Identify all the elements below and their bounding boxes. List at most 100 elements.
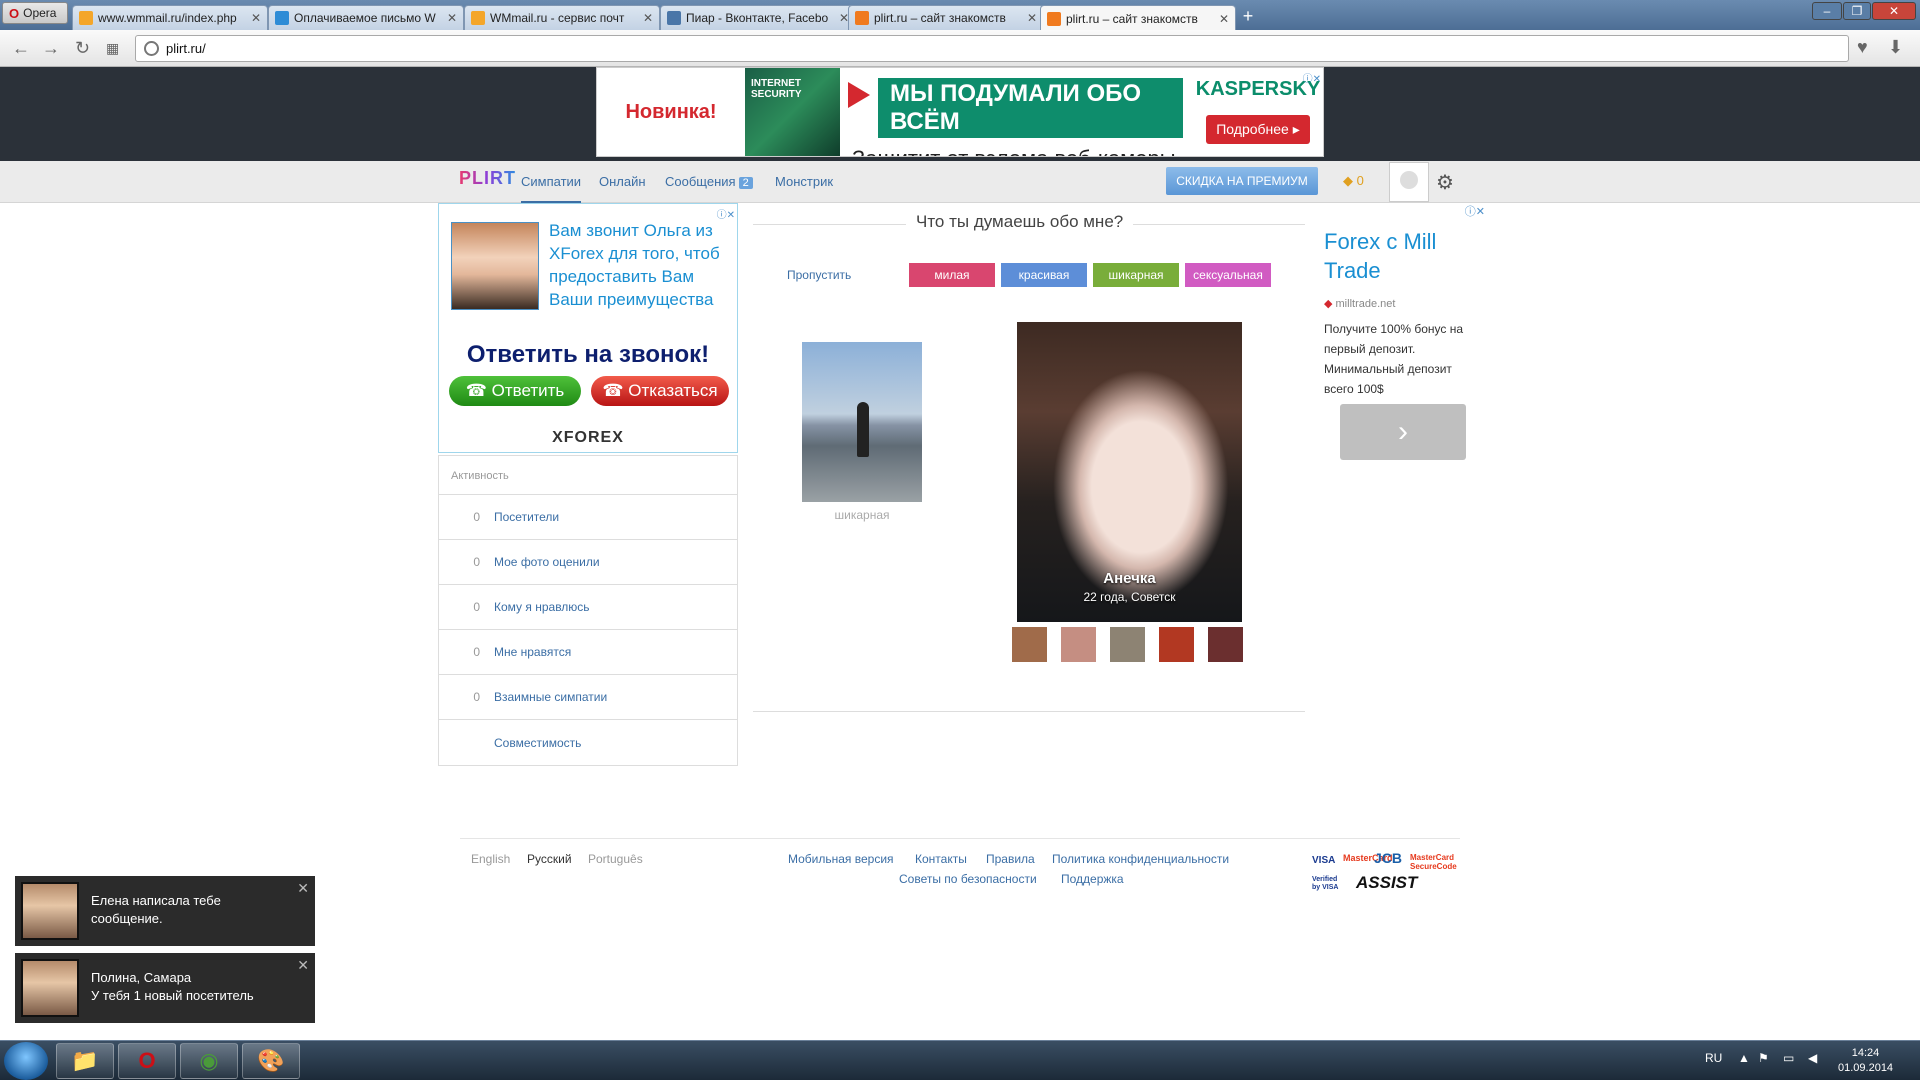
rate-sexy-button[interactable]: сексуальная — [1185, 263, 1271, 287]
profile-thumbnail[interactable] — [1012, 627, 1047, 662]
browser-tab[interactable]: WMmail.ru - сервис почт ✕ — [464, 5, 660, 30]
plirt-logo[interactable]: PLIRT — [459, 168, 516, 189]
activity-item-i-like[interactable]: 0 Мне нравятся — [439, 630, 737, 675]
tab-close-icon[interactable]: ✕ — [447, 11, 457, 25]
footer-link-safety[interactable]: Советы по безопасности — [899, 872, 1037, 886]
notification-text: Елена написала тебе сообщение. — [91, 893, 221, 926]
activity-count: 0 — [473, 645, 480, 659]
browser-tab[interactable]: www.wmmail.ru/index.php ✕ — [72, 5, 268, 30]
opera-taskbar-icon[interactable]: O — [118, 1043, 176, 1079]
profile-thumbnail[interactable] — [1061, 627, 1096, 662]
reload-icon[interactable]: ↻ — [75, 38, 90, 59]
nav-messages[interactable]: Сообщения 2 — [665, 174, 753, 189]
lang-russian: Русский — [527, 852, 572, 866]
top-ad-strip: Новинка! INTERNET SECURITY МЫ ПОДУМАЛИ О… — [0, 67, 1920, 161]
assist-logo: ASSIST — [1356, 873, 1418, 892]
ad-more-button[interactable]: Подробнее ▸ — [1206, 115, 1310, 144]
rate-cute-button[interactable]: милая — [909, 263, 995, 287]
footer-link-privacy[interactable]: Политика конфиденциальности — [1052, 852, 1229, 866]
heart-icon[interactable]: ♥ — [1857, 37, 1868, 58]
activity-item-compatibility[interactable]: Совместимость — [439, 720, 737, 765]
system-clock[interactable]: 14:24 01.09.2014 — [1838, 1046, 1893, 1076]
close-icon[interactable]: ✕ — [297, 957, 309, 974]
activity-item-who-likes-me[interactable]: 0 Кому я нравлюсь — [439, 585, 737, 630]
footer-link-rules[interactable]: Правила — [986, 852, 1035, 866]
ad-title[interactable]: Forex с Mill Trade — [1324, 227, 1484, 285]
profile-thumbnail[interactable] — [1110, 627, 1145, 662]
volume-icon[interactable]: ◀ — [1808, 1051, 1817, 1065]
premium-discount-button[interactable]: СКИДКА НА ПРЕМИУМ — [1166, 167, 1318, 195]
rating-question: Что ты думаешь обо мне? — [906, 212, 1134, 232]
lang-english[interactable]: English — [471, 852, 510, 866]
tab-close-icon[interactable]: ✕ — [643, 11, 653, 25]
browser-tab[interactable]: Оплачиваемое письмо W ✕ — [268, 5, 464, 30]
notification-message[interactable]: Елена написала тебе сообщение. ✕ — [15, 876, 315, 946]
minimize-icon[interactable]: – — [1812, 2, 1842, 20]
xforex-ad[interactable]: Вам звонит Ольга из XForex для того, что… — [438, 203, 738, 453]
lang-portuguese[interactable]: Português — [588, 852, 643, 866]
new-tab-icon[interactable]: + — [1237, 7, 1259, 27]
browser-tab-active[interactable]: plirt.ru – сайт знакомств ✕ — [1040, 5, 1236, 31]
gear-icon[interactable]: ⚙ — [1436, 170, 1454, 195]
tray-expand-icon[interactable]: ▲ — [1738, 1051, 1750, 1065]
tab-close-icon[interactable]: ✕ — [1219, 12, 1229, 26]
rate-gorgeous-button[interactable]: шикарная — [1093, 263, 1179, 287]
profile-thumbnail[interactable] — [1208, 627, 1243, 662]
jcb-logo: JCB — [1374, 850, 1403, 866]
forward-icon[interactable]: → — [42, 38, 60, 59]
close-icon[interactable]: ✕ — [297, 880, 309, 897]
opera-menu-button[interactable]: O Opera — [2, 2, 68, 24]
kaspersky-ad-banner[interactable]: Новинка! INTERNET SECURITY МЫ ПОДУМАЛИ О… — [596, 67, 1324, 157]
footer-link-mobile[interactable]: Мобильная версия — [788, 852, 894, 866]
profile-name[interactable]: Анечка — [1017, 570, 1242, 587]
ad-arrow-button[interactable]: › — [1340, 404, 1466, 460]
ad-close-icon[interactable]: ⓘ✕ — [1303, 70, 1321, 85]
skip-link[interactable]: Пропустить — [787, 268, 851, 282]
ad-answer-button[interactable]: ☎ Ответить — [449, 376, 581, 406]
restore-icon[interactable]: ❐ — [1843, 2, 1871, 20]
profile-thumbnail[interactable] — [1159, 627, 1194, 662]
footer-link-support[interactable]: Поддержка — [1061, 872, 1124, 886]
start-button[interactable] — [4, 1042, 48, 1080]
footer-link-contacts[interactable]: Контакты — [915, 852, 967, 866]
activity-item-visitors[interactable]: 0 Посетители — [439, 495, 737, 540]
chrome-taskbar-icon[interactable]: ◉ — [180, 1043, 238, 1079]
nav-monster[interactable]: Монстрик — [775, 174, 833, 189]
activity-item-mutual[interactable]: 0 Взаимные симпатии — [439, 675, 737, 720]
url-field[interactable]: plirt.ru/ — [135, 35, 1849, 62]
network-icon[interactable]: ▭ — [1783, 1051, 1794, 1065]
speed-dial-icon[interactable]: ▦ — [106, 40, 119, 57]
coins-counter[interactable]: ◆ 0 — [1343, 173, 1364, 189]
milltrade-ad[interactable]: ⓘ✕ Forex с Mill Trade milltrade.net Полу… — [1324, 203, 1485, 483]
ad-call-title: Ответить на звонок! — [466, 341, 710, 368]
paint-taskbar-icon[interactable]: 🎨 — [242, 1043, 300, 1079]
explorer-taskbar-icon[interactable]: 📁 — [56, 1043, 114, 1079]
close-window-icon[interactable]: ✕ — [1872, 2, 1916, 20]
previous-profile-photo[interactable] — [802, 342, 922, 502]
avatar[interactable] — [1389, 162, 1429, 202]
coins-value: 0 — [1356, 173, 1364, 188]
tab-title: www.wmmail.ru/index.php — [98, 11, 237, 25]
globe-icon — [144, 41, 159, 56]
tab-close-icon[interactable]: ✕ — [251, 11, 261, 25]
nav-likes[interactable]: Симпатии — [521, 174, 582, 203]
nav-online[interactable]: Онлайн — [599, 174, 646, 189]
activity-item-photo-rated[interactable]: 0 Мое фото оценили — [439, 540, 737, 585]
ad-close-icon[interactable]: ⓘ✕ — [717, 206, 735, 221]
download-icon[interactable]: ⬇ — [1888, 37, 1903, 58]
flag-icon[interactable]: ⚑ — [1758, 1051, 1769, 1065]
ad-close-icon[interactable]: ⓘ✕ — [1465, 203, 1485, 219]
tab-title: plirt.ru – сайт знакомств — [874, 11, 1006, 25]
language-indicator[interactable]: RU — [1705, 1051, 1722, 1065]
browser-tab[interactable]: plirt.ru – сайт знакомств ✕ — [848, 5, 1044, 30]
windows-taskbar: 📁 O ◉ 🎨 RU ▲ ⚑ ▭ ◀ 14:24 01.09.2014 — [0, 1040, 1920, 1080]
back-icon[interactable]: ← — [12, 38, 30, 59]
rate-beautiful-button[interactable]: красивая — [1001, 263, 1087, 287]
browser-tab[interactable]: Пиар - Вконтакте, Facebo ✕ — [660, 5, 856, 30]
tab-close-icon[interactable]: ✕ — [1027, 11, 1037, 25]
tab-title: Пиар - Вконтакте, Facebo — [686, 11, 829, 25]
ad-product-box: INTERNET SECURITY — [745, 68, 840, 156]
notification-visitor[interactable]: Полина, Самара У тебя 1 новый посетитель… — [15, 953, 315, 1023]
ad-decline-button[interactable]: ☎ Отказаться — [591, 376, 729, 406]
opera-menu-label: Opera — [23, 6, 57, 20]
